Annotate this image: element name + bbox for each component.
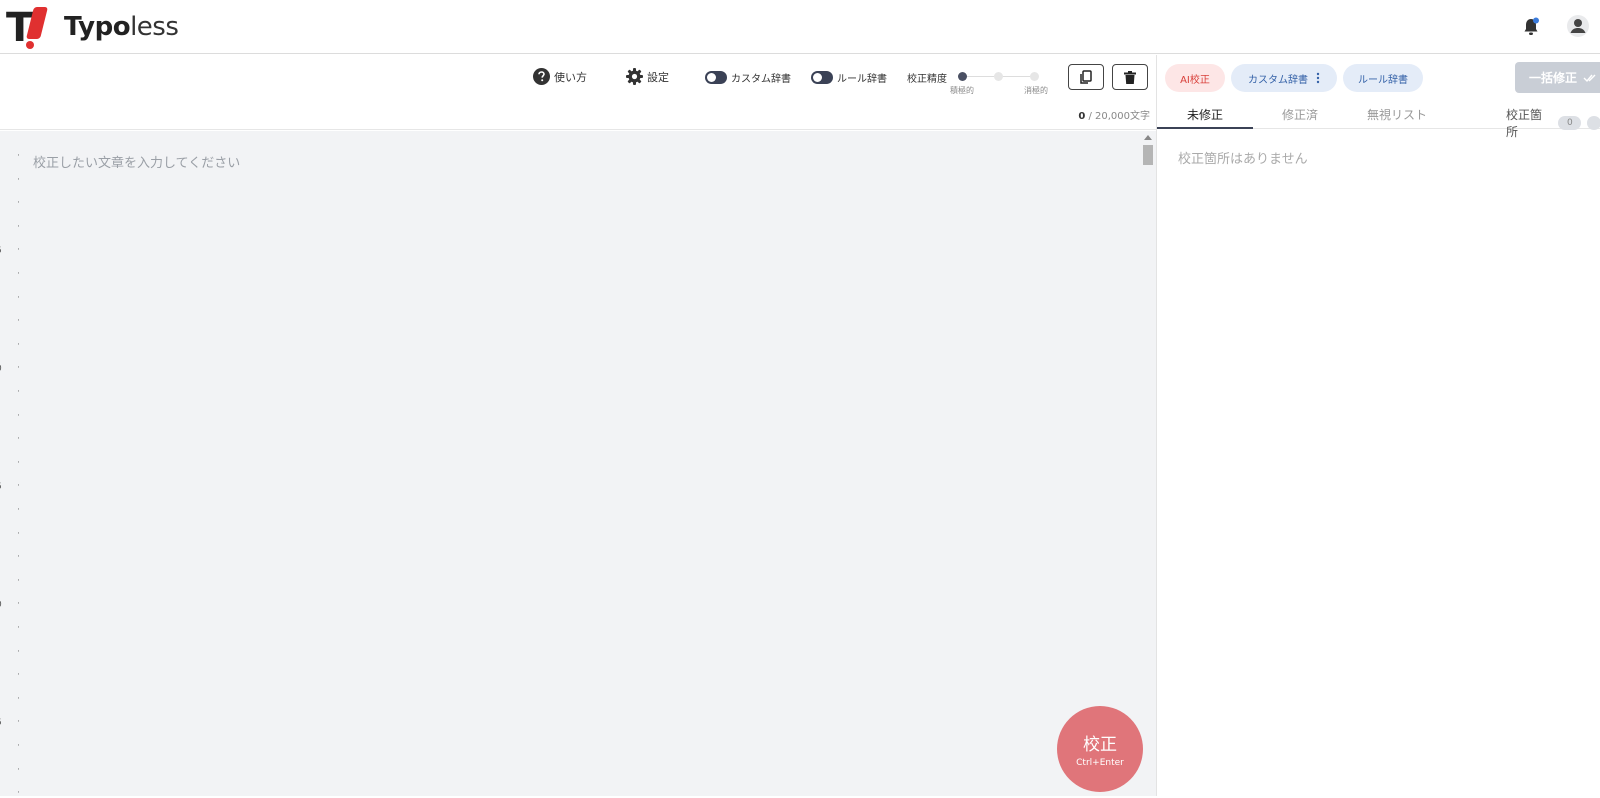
toggle-switch[interactable] bbox=[705, 71, 727, 84]
toggle-switch[interactable] bbox=[811, 71, 833, 84]
gutter-dot: · bbox=[17, 387, 20, 397]
gutter-dot: · bbox=[17, 623, 20, 633]
line-number: 5 bbox=[0, 718, 2, 728]
gutter-dot: · bbox=[17, 434, 20, 445]
gutter-dot: · bbox=[17, 764, 20, 775]
gutter-dot: · bbox=[17, 316, 20, 327]
gutter-dot: · bbox=[17, 457, 20, 468]
corrections-extra-badge bbox=[1587, 116, 1600, 130]
proofread-shortcut: Ctrl+Enter bbox=[1076, 758, 1124, 768]
scroll-up-arrow-icon[interactable] bbox=[1144, 135, 1152, 140]
editor-toolbar: 使い方 設定 カスタム辞書 ルール辞書 校正精度 積極的 消極的 0 / 20,… bbox=[0, 55, 1156, 130]
gutter-dot: · bbox=[17, 339, 20, 350]
custom-dict-chip-label: カスタム辞書 bbox=[1248, 74, 1308, 86]
gutter-dot: · bbox=[17, 292, 20, 303]
corrections-count: 校正箇所 0 bbox=[1506, 106, 1600, 140]
more-vertical-icon[interactable] bbox=[1316, 72, 1320, 84]
gutter-dot: · bbox=[17, 269, 20, 279]
char-counter: 0 / 20,000文字 bbox=[1060, 107, 1150, 122]
copy-icon bbox=[1080, 70, 1092, 84]
custom-dict-toggle-label: カスタム辞書 bbox=[731, 74, 791, 85]
proofread-button[interactable]: 校正 Ctrl+Enter bbox=[1057, 706, 1143, 792]
gutter-dot: · bbox=[17, 174, 20, 185]
gutter-dot: · bbox=[17, 245, 20, 256]
empty-results-message: 校正箇所はありません bbox=[1178, 152, 1308, 167]
corrections-count-badge: 0 bbox=[1558, 116, 1582, 130]
typoless-logo[interactable]: T Typoless bbox=[6, 5, 179, 51]
precision-label: 校正精度 bbox=[907, 74, 947, 85]
precision-high-label: 消極的 bbox=[1024, 86, 1048, 95]
logo-text: Typoless bbox=[64, 12, 179, 42]
gutter-dot: · bbox=[17, 575, 20, 586]
scroll-thumb[interactable] bbox=[1143, 145, 1153, 165]
line-number-gutter: · · · · · 5 · · · · · 0 · · · · · 5 · · · · · 0 · · · · · 5 · · · bbox=[0, 131, 26, 798]
tab-ignore-list[interactable]: 無視リスト bbox=[1367, 106, 1427, 123]
gutter-dot: · bbox=[17, 552, 20, 563]
tab-unfixed[interactable]: 未修正 bbox=[1187, 106, 1223, 123]
precision-low-label: 積極的 bbox=[950, 86, 974, 95]
copy-button[interactable] bbox=[1068, 64, 1104, 90]
help-label: 使い方 bbox=[554, 70, 587, 84]
custom-dict-chip[interactable]: カスタム辞書 bbox=[1231, 64, 1337, 92]
results-tabs: 未修正 修正済 無視リスト 校正箇所 0 bbox=[1157, 100, 1600, 139]
text-editor[interactable]: · · · · · 5 · · · · · 0 · · · · · 5 · · · · · 0 · · · · · 5 · · · 校正したい文… bbox=[0, 131, 1156, 798]
gear-icon bbox=[626, 68, 643, 85]
gutter-dot: · bbox=[17, 646, 20, 657]
gutter-dot: · bbox=[17, 741, 20, 751]
gutter-dot: · bbox=[17, 198, 20, 209]
logo-text-bold: Typo bbox=[64, 12, 131, 42]
settings-label: 設定 bbox=[647, 70, 669, 84]
gutter-dot: · bbox=[17, 788, 20, 798]
line-number: 0 bbox=[0, 364, 2, 374]
ai-proof-chip[interactable]: AI校正 bbox=[1165, 64, 1225, 92]
settings-button[interactable]: 設定 bbox=[626, 68, 669, 85]
double-check-icon bbox=[1583, 74, 1596, 82]
corrections-label: 校正箇所 bbox=[1506, 108, 1543, 139]
app-header: T Typoless bbox=[0, 0, 1600, 54]
tab-fixed[interactable]: 修正済 bbox=[1282, 106, 1318, 123]
trash-icon bbox=[1124, 70, 1136, 84]
slider-step-1[interactable] bbox=[958, 72, 967, 81]
gutter-dot: · bbox=[17, 363, 20, 374]
clear-button[interactable] bbox=[1112, 64, 1148, 90]
notification-bell-icon[interactable] bbox=[1522, 17, 1540, 37]
gutter-dot: · bbox=[17, 410, 20, 421]
results-panel: AI校正 カスタム辞書 ルール辞書 一括修正 未修正 修正済 無視リスト 校正箇… bbox=[1156, 55, 1600, 796]
gutter-dot: · bbox=[17, 717, 20, 728]
custom-dict-toggle[interactable]: カスタム辞書 bbox=[705, 70, 791, 85]
logo-mark: T bbox=[6, 5, 54, 51]
gutter-dot: · bbox=[17, 151, 20, 161]
gutter-dot: · bbox=[17, 599, 20, 610]
rule-dict-toggle[interactable]: ルール辞書 bbox=[811, 70, 887, 85]
rule-dict-chip[interactable]: ルール辞書 bbox=[1343, 64, 1423, 92]
gutter-dot: · bbox=[17, 221, 20, 232]
logo-text-rest: less bbox=[130, 12, 179, 42]
logo-dot bbox=[26, 41, 34, 49]
bulk-fix-button[interactable]: 一括修正 bbox=[1515, 62, 1600, 93]
line-number: 5 bbox=[0, 482, 2, 492]
gutter-dot: · bbox=[17, 481, 20, 492]
question-circle-icon bbox=[533, 68, 550, 85]
precision-slider[interactable] bbox=[958, 70, 1039, 84]
proofread-label: 校正 bbox=[1083, 735, 1117, 755]
help-button[interactable]: 使い方 bbox=[533, 68, 587, 85]
slider-step-3[interactable] bbox=[1030, 72, 1039, 81]
gutter-dot: · bbox=[17, 670, 20, 681]
gutter-dot: · bbox=[17, 693, 20, 704]
line-number: 0 bbox=[0, 600, 2, 610]
user-account-icon[interactable] bbox=[1566, 14, 1590, 38]
bulk-fix-label: 一括修正 bbox=[1529, 71, 1578, 85]
gutter-dot: · bbox=[17, 528, 20, 539]
editor-scrollbar[interactable] bbox=[1142, 131, 1154, 796]
gutter-dot: · bbox=[17, 505, 20, 515]
rule-dict-toggle-label: ルール辞書 bbox=[837, 74, 887, 85]
line-number: 5 bbox=[0, 246, 2, 256]
slider-step-2[interactable] bbox=[994, 72, 1003, 81]
char-limit: / 20,000文字 bbox=[1085, 111, 1150, 122]
active-tab-indicator bbox=[1157, 127, 1253, 129]
editor-placeholder: 校正したい文章を入力してください bbox=[33, 156, 241, 171]
